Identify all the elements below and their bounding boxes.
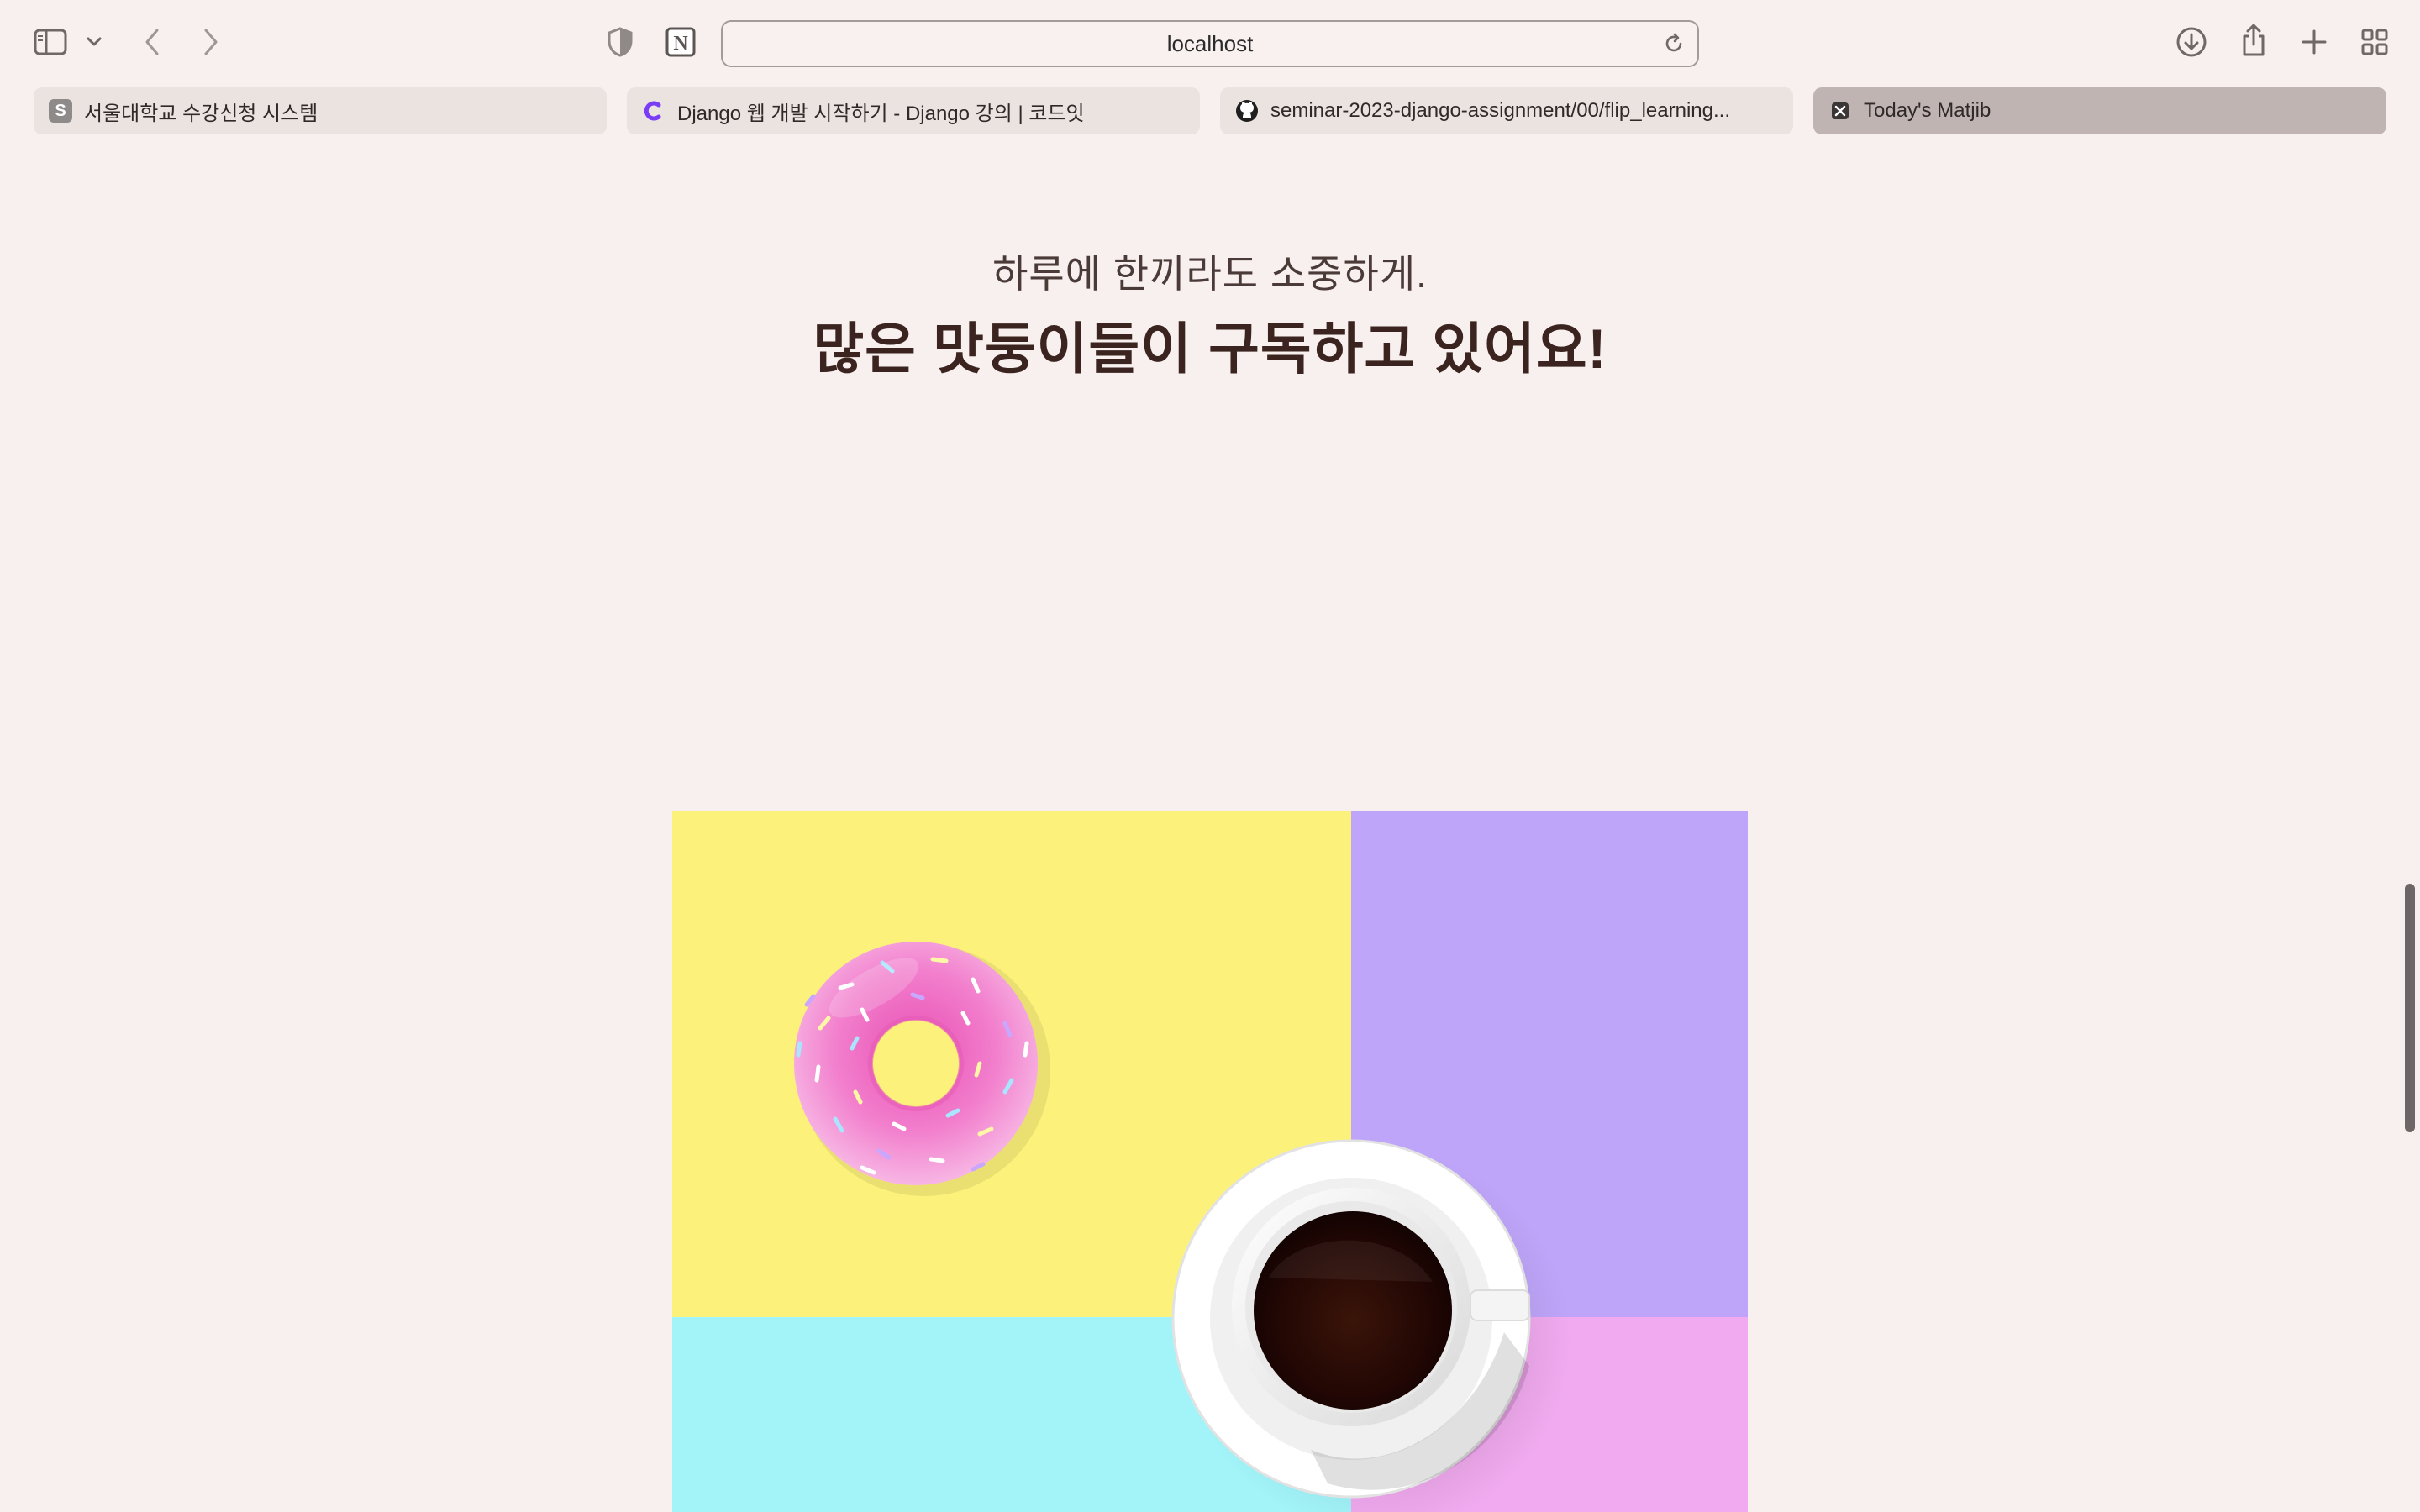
share-icon[interactable]: [2238, 22, 2269, 59]
chevron-right-icon[interactable]: [198, 25, 224, 59]
url-text[interactable]: localhost: [723, 22, 1697, 66]
sidebar-icon[interactable]: [32, 27, 69, 57]
notion-icon[interactable]: N: [664, 25, 697, 59]
chevron-down-icon[interactable]: [84, 32, 104, 52]
hero-image: [672, 811, 1748, 1512]
codeit-favicon-icon: [642, 99, 666, 123]
tab-title: Django 웹 개발 시작하기 - Django 강의 | 코드잇: [677, 102, 1085, 125]
plus-icon[interactable]: [2299, 27, 2329, 57]
page-scrollbar[interactable]: [2405, 884, 2415, 1132]
tab-codeit-django[interactable]: Django 웹 개발 시작하기 - Django 강의 | 코드잇: [627, 87, 1200, 134]
tab-snu-registration[interactable]: S 서울대학교 수강신청 시스템: [34, 87, 607, 134]
grid-icon[interactable]: [2360, 27, 2390, 57]
tab-title: 서울대학교 수강신청 시스템: [84, 102, 318, 125]
tab-title: seminar-2023-django-assignment/00/flip_l…: [1270, 99, 1730, 122]
page-content: 하루에 한끼라도 소중하게. 많은 맛둥이들이 구독하고 있어요!: [0, 136, 2420, 1512]
close-tab-icon[interactable]: [1828, 99, 1852, 123]
tab-bar: S 서울대학교 수강신청 시스템 Django 웹 개발 시작하기 - Djan…: [0, 87, 2420, 136]
reload-icon[interactable]: [1662, 32, 1686, 60]
address-bar[interactable]: localhost: [721, 20, 1699, 67]
github-favicon-icon: [1235, 99, 1259, 123]
s-favicon-icon: S: [49, 99, 72, 123]
tab-title: Today's Matjib: [1864, 99, 1991, 122]
shield-icon[interactable]: [605, 25, 635, 59]
chevron-left-icon[interactable]: [139, 25, 165, 59]
tab-todays-matjib[interactable]: Today's Matjib: [1813, 87, 2386, 134]
browser-toolbar: N localhost: [0, 0, 2420, 84]
svg-text:N: N: [673, 33, 688, 55]
section-subtitle: 하루에 한끼라도 소중하게.: [992, 252, 1428, 296]
donut-coffee-illustration: [672, 811, 1748, 1512]
tab-github-seminar[interactable]: seminar-2023-django-assignment/00/flip_l…: [1220, 87, 1793, 134]
download-icon[interactable]: [2175, 25, 2208, 59]
section-headline: 많은 맛둥이들이 구독하고 있어요!: [813, 318, 1607, 380]
